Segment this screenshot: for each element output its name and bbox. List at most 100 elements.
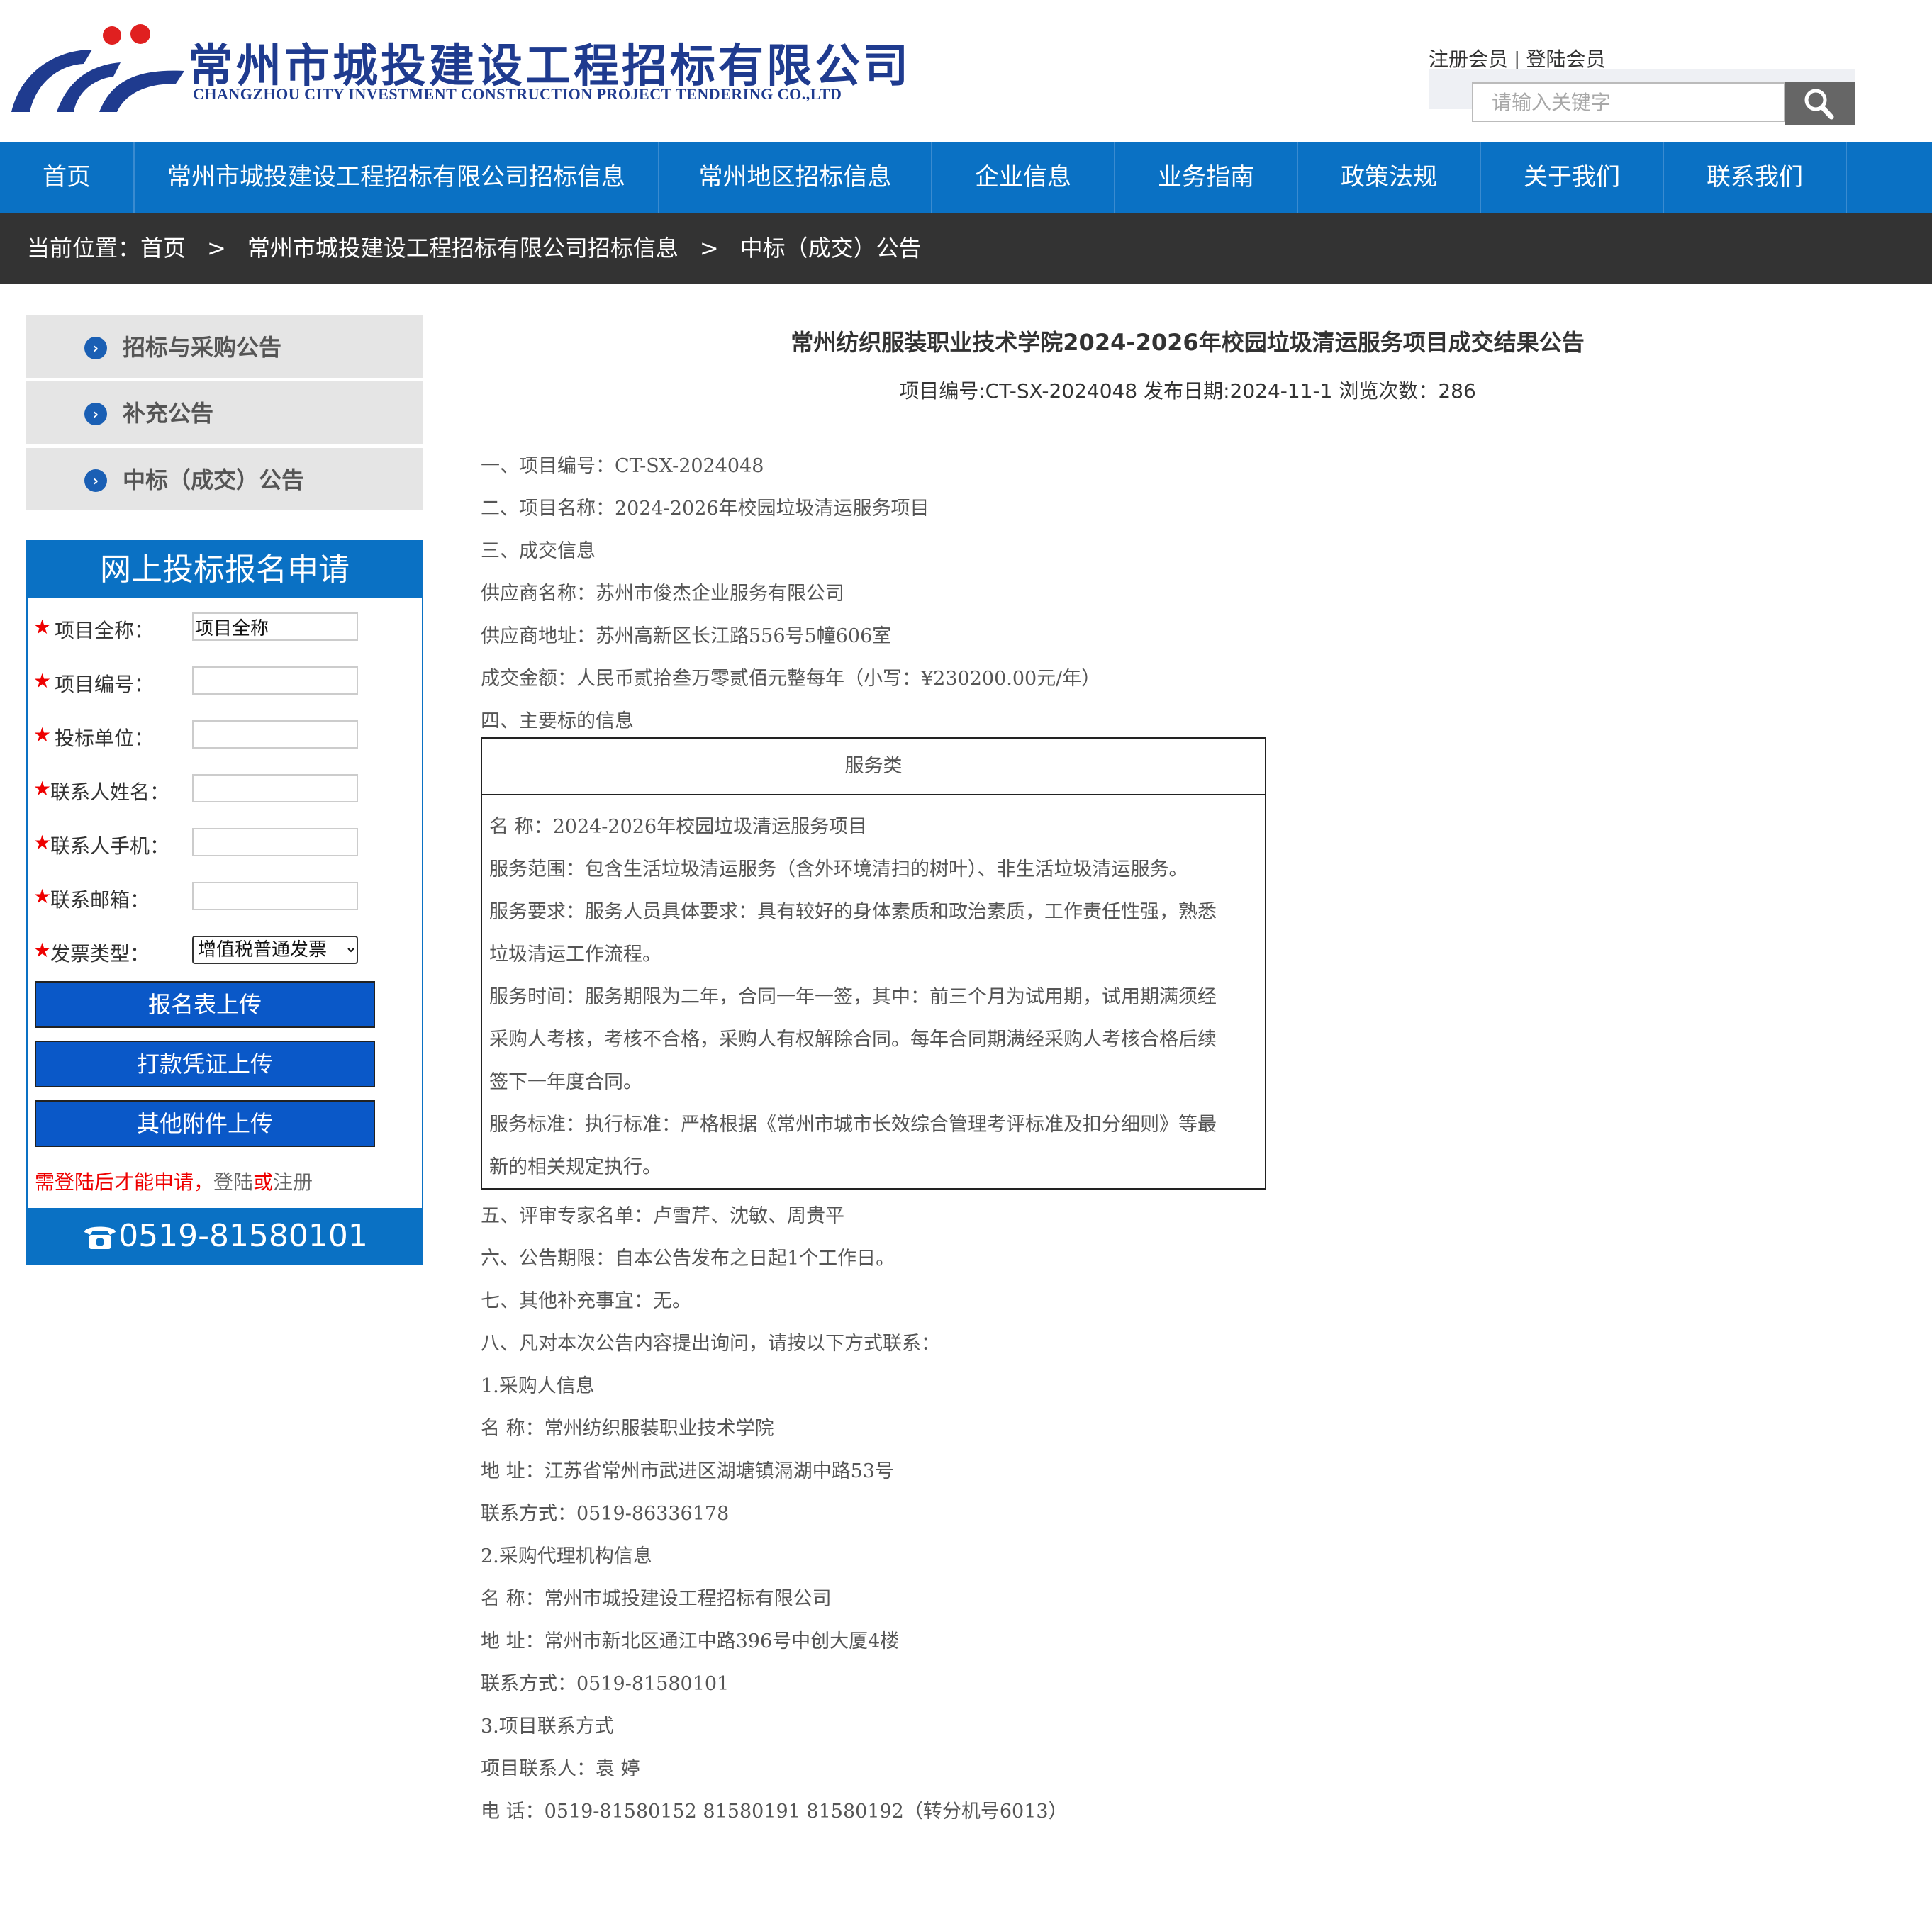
- nav-item-about[interactable]: 关于我们: [1481, 142, 1664, 213]
- article-paragraph: 电 话：0519-81580152 81580191 81580192（转分机号…: [481, 1801, 1068, 1823]
- contact-name-input[interactable]: [192, 774, 358, 802]
- field-label: 联系邮箱：: [50, 888, 150, 912]
- form-row-invoice-type: ★ 发票类型： 增值税普通发票: [28, 929, 422, 971]
- breadcrumb-prefix: 当前位置：: [27, 235, 141, 262]
- sidebar-item-supplement[interactable]: › 补充公告: [26, 381, 423, 445]
- tip-or-text: 或: [253, 1170, 274, 1194]
- email-input[interactable]: [192, 882, 358, 910]
- company-name-en: CHANGZHOU CITY INVESTMENT CONSTRUCTION P…: [193, 85, 842, 103]
- invoice-type-select[interactable]: 增值税普通发票: [192, 936, 358, 964]
- member-links: 注册会员 | 登陆会员: [1429, 44, 1605, 72]
- article-paragraph: 联系方式：0519-81580101: [481, 1673, 730, 1695]
- form-row-project-number: ★ 项目编号：: [28, 659, 422, 702]
- article-paragraph: 2.采购代理机构信息: [481, 1545, 652, 1567]
- required-star: ★: [33, 777, 52, 800]
- upload-form-button[interactable]: 报名表上传: [35, 981, 375, 1028]
- search-icon: [1804, 89, 1834, 119]
- breadcrumb-company-tenders[interactable]: 常州市城投建设工程招标有限公司招标信息: [247, 235, 679, 262]
- phone-icon: [84, 1226, 116, 1249]
- service-table-line: 垃圾清运工作流程。: [489, 944, 661, 966]
- article-paragraph: 名 称：常州市城投建设工程招标有限公司: [481, 1588, 832, 1610]
- nav-item-contact[interactable]: 联系我们: [1664, 142, 1847, 213]
- search-button[interactable]: [1785, 82, 1855, 125]
- article-paragraph: 项目联系人：袁 婷: [481, 1758, 640, 1780]
- required-star: ★: [33, 615, 52, 639]
- field-label: 联系人手机：: [50, 834, 170, 858]
- nav-item-policy[interactable]: 政策法规: [1298, 142, 1481, 213]
- breadcrumb-arrow: >: [207, 235, 226, 262]
- upload-attachment-button[interactable]: 其他附件上传: [35, 1100, 375, 1147]
- article-paragraph: 成交金额：人民币贰拾叁万零贰佰元整每年（小写：¥230200.00元/年）: [481, 668, 1101, 690]
- nav-item-guide[interactable]: 业务指南: [1115, 142, 1298, 213]
- breadcrumb: 当前位置：首页 > 常州市城投建设工程招标有限公司招标信息 > 中标（成交）公告: [0, 213, 1932, 284]
- required-star: ★: [33, 723, 52, 746]
- article-paragraph: 六、公告期限：自本公告发布之日起1个工作日。: [481, 1248, 895, 1270]
- service-table-line: 新的相关规定执行。: [489, 1156, 661, 1178]
- form-row-project-name: ★ 项目全称：: [28, 605, 422, 648]
- form-row-email: ★ 联系邮箱：: [28, 875, 422, 917]
- project-name-input[interactable]: [192, 612, 358, 641]
- application-title: 网上投标报名申请: [28, 542, 422, 598]
- register-link[interactable]: 注册会员: [1429, 47, 1508, 71]
- arrow-circle-icon: ›: [84, 469, 107, 492]
- article-paragraph: 供应商地址：苏州高新区长江路556号5幢606室: [481, 625, 892, 647]
- required-star: ★: [33, 831, 52, 854]
- tip-register-link[interactable]: 注册: [273, 1170, 313, 1194]
- required-star: ★: [33, 885, 52, 908]
- breadcrumb-current[interactable]: 中标（成交）公告: [740, 235, 922, 262]
- login-tip: 需登陆后才能申请，登陆或注册: [35, 1167, 313, 1195]
- service-table-line: 服务时间：服务期限为二年，合同一年一签，其中：前三个月为试用期，试用期满须经: [489, 986, 1217, 1008]
- sidebar-item-label: 招标与采购公告: [123, 334, 282, 361]
- form-row-contact-phone: ★ 联系人手机：: [28, 821, 422, 863]
- form-row-contact-name: ★ 联系人姓名：: [28, 767, 422, 810]
- bidder-input[interactable]: [192, 720, 358, 749]
- field-label: 项目编号：: [55, 673, 155, 696]
- service-info-table: 服务类 名 称：2024-2026年校园垃圾清运服务项目 服务范围：包含生活垃圾…: [481, 737, 1266, 1190]
- login-tip-text: 需登陆后才能申请，: [35, 1170, 214, 1194]
- article-paragraph: 3.项目联系方式: [481, 1716, 614, 1737]
- nav-item-home[interactable]: 首页: [0, 142, 135, 213]
- login-link[interactable]: 登陆会员: [1526, 47, 1605, 71]
- contact-phone-input[interactable]: [192, 828, 358, 856]
- article-paragraph: 联系方式：0519-86336178: [481, 1503, 730, 1525]
- search-input[interactable]: [1472, 82, 1785, 122]
- service-table-line: 采购人考核，考核不合格，采购人有权解除合同。每年合同期满经采购人考核合格后续: [489, 1029, 1217, 1051]
- nav-item-company-tenders[interactable]: 常州市城投建设工程招标有限公司招标信息: [135, 142, 659, 213]
- site-header: 常州市城投建设工程招标有限公司 CHANGZHOU CITY INVESTMEN…: [0, 0, 1932, 142]
- service-table-line: 名 称：2024-2026年校园垃圾清运服务项目: [489, 816, 868, 838]
- field-label: 发票类型：: [50, 942, 150, 966]
- article-paragraph: 一、项目编号：CT-SX-2024048: [481, 455, 764, 477]
- article-paragraph: 八、凡对本次公告内容提出询问，请按以下方式联系：: [481, 1333, 940, 1355]
- upload-payment-button[interactable]: 打款凭证上传: [35, 1041, 375, 1087]
- article-paragraph: 地 址：常州市新北区通江中路396号中创大厦4楼: [481, 1630, 900, 1652]
- article-paragraph: 名 称：常州纺织服装职业技术学院: [481, 1418, 774, 1440]
- hotline-bar: 0519-81580101: [26, 1208, 423, 1265]
- service-table-header: 服务类: [482, 739, 1265, 795]
- breadcrumb-arrow: >: [699, 235, 719, 262]
- nav-item-enterprise[interactable]: 企业信息: [932, 142, 1115, 213]
- project-number-input[interactable]: [192, 666, 358, 695]
- breadcrumb-home[interactable]: 首页: [140, 235, 186, 262]
- nav-item-regional-tenders[interactable]: 常州地区招标信息: [659, 142, 932, 213]
- article-paragraph: 地 址：江苏省常州市武进区湖塘镇滆湖中路53号: [481, 1460, 894, 1482]
- sidebar-item-tender-notices[interactable]: › 招标与采购公告: [26, 315, 423, 379]
- service-table-line: 服务标准：执行标准：严格根据《常州市城市长效综合管理考评标准及扣分细则》等最: [489, 1114, 1217, 1136]
- tip-login-link[interactable]: 登陆: [213, 1170, 253, 1194]
- field-label: 联系人姓名：: [50, 780, 170, 804]
- article-paragraph: 二、项目名称：2024-2026年校园垃圾清运服务项目: [481, 498, 929, 520]
- arrow-circle-icon: ›: [84, 403, 107, 425]
- online-application-panel: 网上投标报名申请 ★ 项目全称： ★ 项目编号： ★ 投标单位： ★ 联系人姓名…: [26, 540, 423, 1265]
- required-star: ★: [33, 939, 52, 962]
- article-paragraph: 七、其他补充事宜：无。: [481, 1290, 691, 1312]
- sidebar-item-award[interactable]: › 中标（成交）公告: [26, 448, 423, 512]
- arrow-circle-icon: ›: [84, 337, 107, 359]
- required-star: ★: [33, 669, 52, 693]
- service-table-line: 服务范围：包含生活垃圾清运服务（含外环境清扫的树叶）、非生活垃圾清运服务。: [489, 858, 1188, 880]
- article-meta: 项目编号:CT-SX-2024048 发布日期:2024-11-1 浏览次数：2…: [899, 379, 1476, 403]
- article-paragraph: 三、成交信息: [481, 540, 596, 562]
- sidebar-item-label: 中标（成交）公告: [123, 466, 305, 493]
- service-table-line: 服务要求：服务人员具体要求：具有较好的身体素质和政治素质，工作责任性强，熟悉: [489, 901, 1217, 923]
- form-row-bidder: ★ 投标单位：: [28, 713, 422, 756]
- article-paragraph: 供应商名称：苏州市俊杰企业服务有限公司: [481, 583, 844, 605]
- sidebar-item-label: 补充公告: [123, 400, 214, 427]
